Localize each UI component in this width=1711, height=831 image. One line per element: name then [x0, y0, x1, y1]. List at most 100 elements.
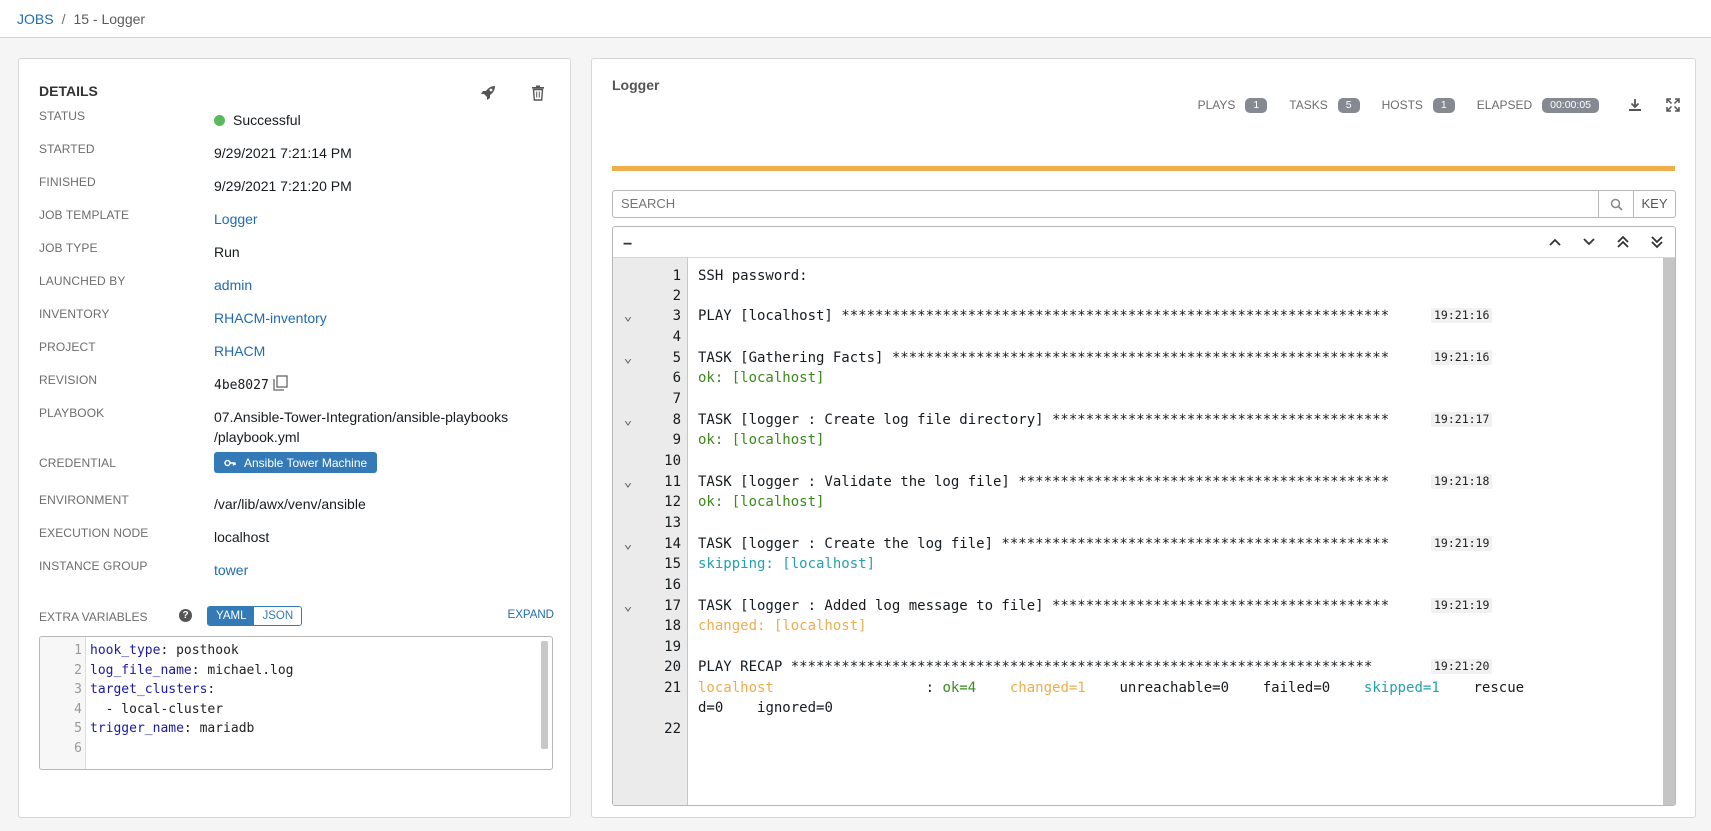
output-title: Logger — [612, 77, 660, 93]
editor-line-text: hook_type: posthook — [90, 640, 239, 661]
status-value: Successful — [214, 110, 544, 130]
breadcrumb-current: 15 - Logger — [73, 10, 146, 27]
log-line-number: 4 — [672, 329, 681, 345]
editor-line: 5 trigger_name: mariadb — [40, 718, 552, 739]
elapsed-label: ELAPSED — [1476, 98, 1533, 112]
editor-line-text: target_clusters: — [90, 679, 215, 700]
scroll-down-chevron-icon[interactable] — [1577, 231, 1601, 253]
job-template-link[interactable]: Logger — [214, 209, 544, 229]
started-value: 9/29/2021 7:21:14 PM — [214, 145, 352, 161]
yaml-toggle-button[interactable]: YAML — [208, 607, 255, 625]
copy-icon[interactable] — [273, 375, 288, 396]
scroll-bottom-double-chevron-icon[interactable] — [1645, 231, 1669, 253]
log-line: ⌄ 8 TASK [logger : Create log file directo… — [613, 410, 1663, 430]
expand-chevron-icon[interactable]: ⌄ — [621, 596, 635, 616]
stat-plays: PLAYS 1 — [1198, 97, 1268, 113]
credential-label: CREDENTIAL — [39, 456, 117, 470]
log-toolbar: − — [613, 227, 1675, 258]
environment-value: /var/lib/awx/venv/ansible — [214, 496, 366, 512]
scroll-top-double-chevron-icon[interactable] — [1611, 231, 1635, 253]
tasks-count-badge: 5 — [1337, 97, 1360, 113]
log-body: 21 localhost : ok=4 changed=1 unreachabl… — [613, 258, 1675, 805]
hosts-count-badge: 1 — [1432, 97, 1455, 113]
editor-line: 3 target_clusters: — [40, 679, 552, 700]
editor-line-number: 1 — [74, 643, 82, 658]
log-line-number: 22 — [664, 721, 681, 737]
yaml-key: trigger_name — [90, 721, 184, 737]
breadcrumb-jobs-link[interactable]: JOBS — [17, 11, 54, 27]
log-line: 19 — [613, 637, 1663, 657]
stat-elapsed: ELAPSED 00:00:05 — [1476, 97, 1599, 113]
log-scrollbar[interactable] — [1663, 258, 1675, 805]
credential-name: Ansible Tower Machine — [244, 455, 368, 470]
json-toggle-button[interactable]: JSON — [254, 607, 302, 625]
search-input[interactable] — [612, 190, 1599, 218]
expand-link[interactable]: EXPAND — [508, 609, 554, 621]
log-line: 20 PLAY RECAP ***************************… — [613, 657, 1663, 677]
expand-chevron-icon[interactable]: ⌄ — [621, 472, 635, 492]
fullscreen-icon[interactable] — [1665, 97, 1681, 113]
inventory-link[interactable]: RHACM-inventory — [214, 308, 544, 328]
playbook-path-line1: 07.Ansible-Tower-Integration/ansible-pla… — [214, 409, 509, 425]
log-line-text: PLAY [localhost] ***********************… — [698, 308, 1390, 324]
job-output-log: − 21 localhost : ok=4 changed=1 unreacha… — [612, 226, 1676, 806]
details-actions — [476, 81, 550, 105]
delete-trash-icon[interactable] — [526, 81, 550, 105]
instance-group-link[interactable]: tower — [214, 560, 544, 580]
details-title: DETAILS — [39, 83, 98, 99]
editor-line-number: 2 — [74, 662, 82, 678]
expand-chevron-icon[interactable]: ⌄ — [621, 306, 635, 326]
collapse-all-icon[interactable]: − — [623, 236, 632, 254]
yaml-value: : — [207, 682, 216, 698]
log-line-number: 1 — [672, 268, 681, 284]
log-line-text: skipping: [localhost] — [698, 556, 876, 572]
key-button[interactable]: KEY — [1634, 190, 1676, 218]
extra-variables-label: EXTRA VARIABLES — [39, 610, 148, 624]
recap-rescued-part2: d=0 — [698, 700, 724, 716]
search-button[interactable] — [1599, 190, 1634, 218]
log-line: 1 SSH password: — [613, 266, 1663, 286]
download-icon[interactable] — [1627, 97, 1643, 113]
log-line-text: SSH password: — [698, 268, 808, 284]
project-label: PROJECT — [39, 340, 96, 354]
log-line-number: 6 — [672, 370, 681, 386]
recap-wrap-text: d=0 ignored=0 — [698, 698, 833, 718]
yaml-key: hook_type — [90, 643, 161, 658]
format-toggle: YAML JSON — [207, 606, 303, 626]
log-line-number: 13 — [664, 515, 681, 531]
log-line: ⌄ 17 TASK [logger : Added log message to f… — [613, 596, 1663, 616]
status-success-icon — [214, 115, 225, 126]
editor-line-number: 4 — [74, 701, 82, 717]
editor-line-text: log_file_name: michael.log — [90, 660, 294, 681]
log-line-number: 17 — [664, 598, 681, 614]
output-search: KEY — [612, 190, 1676, 218]
editor-line-number: 5 — [74, 721, 82, 737]
stat-tasks: TASKS 5 — [1289, 97, 1360, 113]
status-text: Successful — [233, 112, 301, 128]
yaml-value: : mariadb — [183, 721, 255, 737]
editor-line: 1 hook_type: posthook — [40, 640, 552, 661]
status-label: STATUS — [39, 109, 86, 123]
log-line-number: 19 — [664, 639, 681, 655]
yaml-value: : michael.log — [191, 662, 294, 678]
relaunch-rocket-icon[interactable] — [476, 81, 500, 105]
expand-chevron-icon[interactable]: ⌄ — [621, 348, 635, 368]
log-line-text: ok: [localhost] — [698, 432, 825, 448]
expand-chevron-icon[interactable]: ⌄ — [621, 410, 635, 430]
expand-chevron-icon[interactable]: ⌄ — [621, 534, 635, 554]
log-line: 16 — [613, 575, 1663, 595]
log-timestamp: 19:21:20 — [1431, 659, 1493, 674]
log-line: 4 — [613, 327, 1663, 347]
extra-variables-editor[interactable]: 1 hook_type: posthook 2 log_file_name: mich… — [39, 636, 553, 770]
credential-chip[interactable]: Ansible Tower Machine — [214, 452, 378, 473]
revision-hash: 4be8027 — [214, 378, 269, 393]
project-link[interactable]: RHACM — [214, 341, 544, 361]
finished-label: FINISHED — [39, 175, 96, 189]
scroll-up-chevron-icon[interactable] — [1543, 231, 1567, 253]
log-line-text: TASK [logger : Validate the log file] **… — [698, 474, 1390, 490]
log-line: 9 ok: [localhost] — [613, 430, 1663, 450]
launched-by-link[interactable]: admin — [214, 275, 544, 295]
search-icon — [1610, 198, 1623, 211]
editor-line-text: - local-cluster — [90, 699, 223, 720]
help-icon[interactable]: ? — [179, 609, 192, 622]
